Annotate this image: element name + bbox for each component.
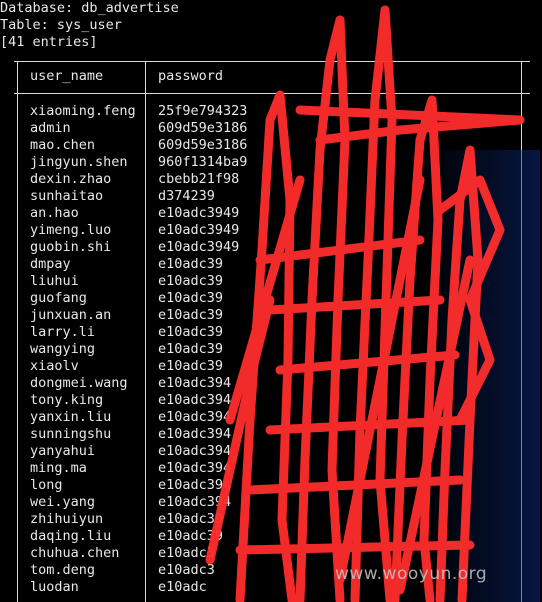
table-cell-user-name: luodan [30,579,79,595]
table-cell-user-name: chuhua.chen [30,545,120,561]
table-cell-password: e10adc3949 [158,205,240,221]
table-cell-user-name: long [30,477,63,493]
table-header-separator [14,93,530,94]
table-cell-user-name: mao.chen [30,137,96,153]
table-cell-user-name: dmpay [30,256,71,272]
table-left-border [17,61,18,602]
table-cell-user-name: dongmei.wang [30,375,128,391]
table-cell-user-name: tom.deng [30,562,96,578]
table-cell-password: e10adc3949 [158,239,240,255]
table-cell-password: cbebb21f98 [158,171,240,187]
database-line: Database: db_advertise [0,0,179,16]
table-cell-user-name: yimeng.luo [30,222,112,238]
table-cell-password: e10adc394 [158,443,232,459]
table-cell-password: e10adc3 [158,545,215,561]
table-cell-password: e10adc394 [158,477,232,493]
watermark: www.wooyun.org [335,564,488,584]
table-cell-user-name: wei.yang [30,494,96,510]
entries-count: [41 entries] [0,34,98,50]
table-cell-password: 609d59e3186 [158,137,248,153]
table-cell-password: e10adc394 [158,460,232,476]
table-cell-password: e10adc39 [158,528,224,544]
table-top-border [14,61,530,62]
table-cell-password: 609d59e3186 [158,120,248,136]
table-cell-password: e10adc394 [158,375,232,391]
table-cell-user-name: dexin.zhao [30,171,112,187]
table-cell-password: e10adc39 [158,256,224,272]
table-cell-password: e10adc3949 [158,222,240,238]
table-cell-password: e10adc39 [158,341,224,357]
table-cell-user-name: guofang [30,290,87,306]
table-cell-user-name: zhihuiyun [30,511,104,527]
table-cell-user-name: jingyun.shen [30,154,128,170]
table-cell-user-name: liuhui [30,273,79,289]
table-cell-user-name: tony.king [30,392,104,408]
table-cell-password: e10adc39 [158,273,224,289]
table-cell-password: d374239 [158,188,215,204]
column-header-user-name: user_name [30,68,104,84]
table-cell-password: e10adc39 [158,511,224,527]
table-cell-user-name: xiaoming.feng [30,103,136,119]
table-cell-user-name: yanxin.liu [30,409,112,425]
table-cell-user-name: larry.li [30,324,96,340]
window-glow [420,150,540,602]
table-cell-password: 25f9e794323 [158,103,248,119]
table-cell-user-name: sunningshu [30,426,112,442]
table-cell-password: e10adc394 [158,409,232,425]
table-cell-user-name: guobin.shi [30,239,112,255]
table-column-divider [145,61,146,602]
table-cell-user-name: xiaolv [30,358,79,374]
table-cell-user-name: ming.ma [30,460,87,476]
table-cell-password: e10adc39 [158,307,224,323]
table-cell-password: e10adc394 [158,426,232,442]
terminal-window[interactable]: Database: db_advertise Table: sys_user [… [0,0,542,602]
table-cell-user-name: sunhaitao [30,188,104,204]
table-cell-password: e10adc394 [158,494,232,510]
table-cell-password: e10adc3 [158,562,215,578]
table-cell-password: e10adc [158,579,207,595]
table-cell-user-name: yanyahui [30,443,96,459]
table-cell-user-name: an.hao [30,205,79,221]
column-header-password: password [158,68,224,84]
table-cell-user-name: daqing.liu [30,528,112,544]
table-cell-user-name: admin [30,120,71,136]
table-line: Table: sys_user [0,17,122,33]
table-cell-user-name: wangying [30,341,96,357]
table-cell-password: 960f1314ba9 [158,154,248,170]
table-cell-user-name: junxuan.an [30,307,112,323]
table-cell-password: e10adc39 [158,324,224,340]
table-cell-password: e10adc39 [158,290,224,306]
table-cell-password: e10adc394 [158,392,232,408]
table-cell-password: e10adc39 [158,358,224,374]
